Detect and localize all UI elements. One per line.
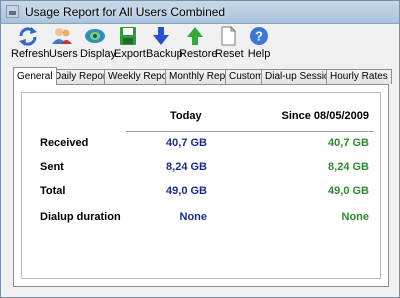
svg-text:?: ? — [255, 29, 263, 44]
column-header-since: Since 08/05/2009 — [281, 110, 369, 122]
dialup-today-value: None — [179, 211, 208, 223]
display-icon — [85, 29, 105, 43]
reset-button[interactable]: Reset — [215, 26, 244, 64]
received-since-value: 40,7 GB — [328, 137, 369, 149]
dialup-since-value: None — [341, 211, 370, 223]
row-label-total: Total — [40, 185, 66, 197]
export-button[interactable]: Export — [114, 26, 146, 64]
app-icon — [6, 5, 19, 18]
display-label: Display — [80, 48, 117, 60]
title-bar[interactable]: Usage Report for All Users Combined — [1, 1, 399, 24]
tab-general[interactable]: General — [13, 67, 57, 85]
row-label-dialup-duration: Dialup duration — [40, 211, 121, 223]
restore-label: Restore — [179, 48, 218, 60]
summary-box: Today Since 08/05/2009 Received 40,7 GB … — [21, 92, 381, 279]
report-window: Usage Report for All Users Combined Refr… — [0, 0, 400, 298]
backup-label: Backup — [146, 48, 183, 60]
sent-since-value: 8,24 GB — [328, 161, 369, 173]
general-panel: Today Since 08/05/2009 Received 40,7 GB … — [13, 84, 389, 287]
header-divider — [126, 131, 374, 132]
window-title: Usage Report for All Users Combined — [25, 5, 226, 19]
tab-strip: General Daily Report Weekly Report Month… — [13, 67, 393, 85]
restore-icon — [187, 27, 203, 45]
refresh-button[interactable]: Refresh — [11, 26, 50, 64]
help-label: Help — [247, 48, 271, 60]
toolbar: Refresh Users Display Export Backup Rest… — [1, 24, 399, 66]
help-icon: ? — [250, 27, 268, 45]
sent-today-value: 8,24 GB — [166, 161, 207, 173]
tab-hourly-rates[interactable]: Hourly Rates — [326, 69, 392, 84]
users-icon — [52, 28, 72, 44]
reset-label: Reset — [215, 48, 244, 60]
reset-icon — [221, 26, 237, 46]
help-button[interactable]: ? Help — [247, 26, 271, 64]
users-button[interactable]: Users — [49, 26, 78, 64]
export-icon — [120, 27, 136, 45]
received-today-value: 40,7 GB — [166, 137, 207, 149]
backup-button[interactable]: Backup — [146, 26, 183, 64]
total-since-value: 49,0 GB — [328, 185, 369, 197]
refresh-label: Refresh — [11, 48, 50, 60]
backup-icon — [153, 27, 169, 45]
total-today-value: 49,0 GB — [166, 185, 207, 197]
restore-button[interactable]: Restore — [179, 26, 218, 64]
export-label: Export — [114, 48, 146, 60]
display-button[interactable]: Display — [80, 26, 117, 64]
refresh-icon — [19, 27, 37, 46]
row-label-received: Received — [40, 137, 89, 149]
row-label-sent: Sent — [40, 161, 64, 173]
column-header-today: Today — [170, 110, 202, 122]
users-label: Users — [49, 48, 78, 60]
